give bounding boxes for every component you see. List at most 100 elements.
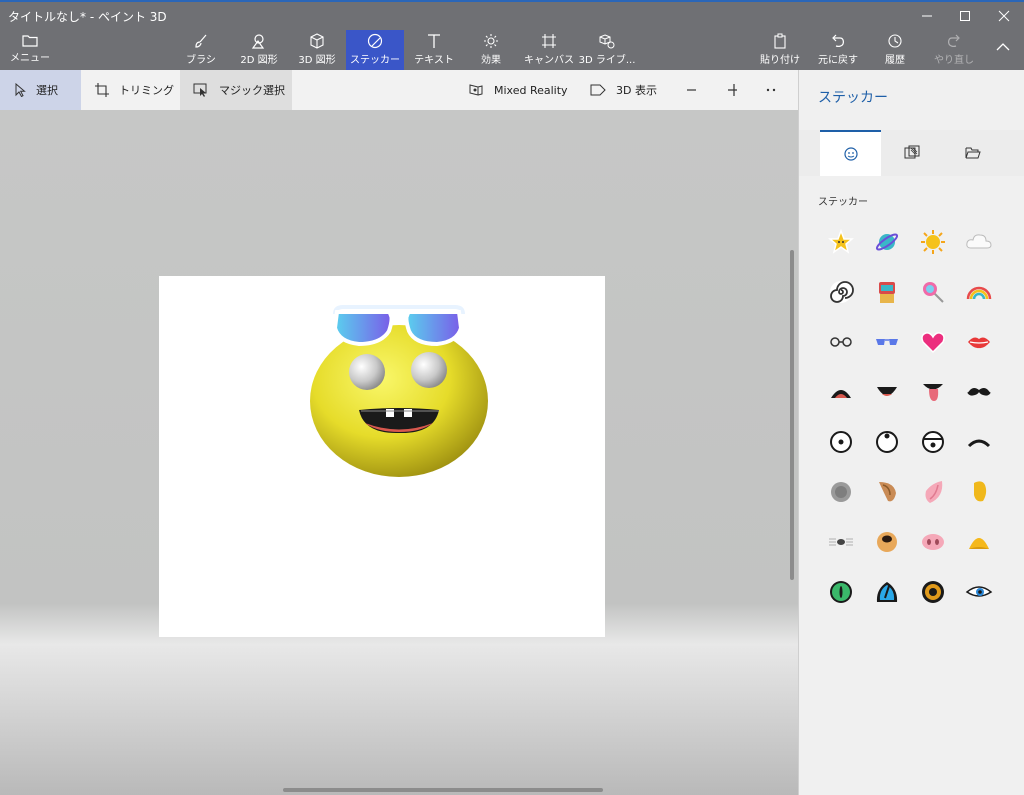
chevron-up-icon <box>996 43 1010 51</box>
emoji-face <box>310 325 488 477</box>
cat-eye-sticker[interactable] <box>865 570 909 614</box>
shapes-3d-tool[interactable]: 3D 図形 <box>293 30 341 70</box>
paste-label: 貼り付け <box>760 55 800 66</box>
plus-icon <box>728 84 737 96</box>
select-label: 選択 <box>36 84 58 97</box>
sun-sticker[interactable] <box>911 220 955 264</box>
text-tool[interactable]: テキスト <box>412 30 456 70</box>
sunglasses-sticker[interactable] <box>865 320 909 364</box>
undo-button[interactable]: 元に戻す <box>815 30 861 70</box>
redo-label: やり直し <box>934 55 974 66</box>
section-label: ステッカー <box>818 197 868 208</box>
robot-sticker[interactable] <box>865 270 909 314</box>
canvas-tool[interactable]: キャンバス <box>524 30 574 70</box>
sticker-tabs <box>799 130 1024 176</box>
vertical-scrollbar[interactable] <box>790 250 794 580</box>
minimize-button[interactable] <box>907 2 947 30</box>
view-3d-button[interactable]: 3D 表示 <box>590 70 668 110</box>
sticker-panel: ステッカー ステッカー <box>798 70 1024 795</box>
emoji-artwork[interactable] <box>159 276 605 637</box>
open-folder-icon <box>965 147 981 159</box>
mixed-reality-button[interactable]: Mixed Reality <box>468 70 578 110</box>
cube-icon <box>310 33 324 49</box>
window-title: タイトルなし* - ペイント 3D <box>8 10 167 24</box>
emoji-left-eye <box>349 354 385 390</box>
mixed-reality-label: Mixed Reality <box>494 83 568 97</box>
shapes-2d-label: 2D 図形 <box>240 55 278 66</box>
undo-icon <box>832 34 844 47</box>
whisker-nose-sticker[interactable] <box>819 520 863 564</box>
undo-label: 元に戻す <box>818 55 858 66</box>
eye-center-sticker[interactable] <box>819 420 863 464</box>
brush-label: ブラシ <box>186 55 216 66</box>
folder-icon <box>22 35 38 47</box>
dog-ear-sticker[interactable] <box>865 470 909 514</box>
stickers-tool[interactable]: ステッカー <box>346 30 404 70</box>
menu-button[interactable]: メニュー <box>8 30 52 70</box>
crop-label: トリミング <box>119 84 174 97</box>
sun-effects-icon <box>484 34 498 48</box>
library-3d-tool[interactable]: 3D ライブ... <box>579 30 635 70</box>
heart-sticker[interactable] <box>911 320 955 364</box>
shapes-3d-label: 3D 図形 <box>298 55 336 66</box>
beak-sticker[interactable] <box>957 520 1001 564</box>
paste-icon <box>774 33 786 49</box>
pig-nose-sticker[interactable] <box>911 520 955 564</box>
dog-nose-sticker[interactable] <box>865 520 909 564</box>
cloud-sticker[interactable] <box>957 220 1001 264</box>
zoom-out-button[interactable] <box>686 70 706 110</box>
lollipop-sticker[interactable] <box>911 270 955 314</box>
rainbow-sticker[interactable] <box>957 270 1001 314</box>
emoji-right-eye <box>411 352 447 388</box>
stickers-label: ステッカー <box>350 55 400 66</box>
paste-button[interactable]: 貼り付け <box>760 30 800 70</box>
eye-down-sticker[interactable] <box>911 420 955 464</box>
text-label: テキスト <box>414 55 454 66</box>
green-eye-sticker[interactable] <box>819 570 863 614</box>
zoom-in-button[interactable] <box>727 70 747 110</box>
brush-tool[interactable]: ブラシ <box>180 30 222 70</box>
texture-tab[interactable] <box>881 130 942 176</box>
planet-sticker[interactable] <box>865 220 909 264</box>
select-button[interactable]: 選択 <box>0 70 81 110</box>
yellow-ear-sticker[interactable] <box>957 470 1001 514</box>
spiral-sticker[interactable] <box>819 270 863 314</box>
history-button[interactable]: 履歴 <box>876 30 914 70</box>
lash-eye-sticker[interactable] <box>957 570 1001 614</box>
effects-tool[interactable]: 効果 <box>472 30 510 70</box>
menu-label: メニュー <box>10 53 50 64</box>
mustache-sticker[interactable] <box>957 370 1001 414</box>
magic-select-icon <box>193 83 207 97</box>
horizontal-scrollbar[interactable] <box>283 788 603 792</box>
library-3d-label: 3D ライブ... <box>578 55 636 66</box>
main-toolbar: メニュー ブラシ 2D 図形 3D 図形 ステッカー テキスト 効果 キャンバス… <box>0 30 1024 70</box>
redo-button[interactable]: やり直し <box>934 30 974 70</box>
glasses-sticker[interactable] <box>819 320 863 364</box>
smile-mouth-sticker[interactable] <box>865 370 909 414</box>
canvas-label: キャンバス <box>524 55 574 66</box>
eye-up-sticker[interactable] <box>865 420 909 464</box>
shapes-2d-icon <box>251 34 265 49</box>
collapse-toolbar-button[interactable] <box>990 30 1016 70</box>
minus-icon <box>687 89 696 91</box>
lips-sticker[interactable] <box>957 320 1001 364</box>
more-options-button[interactable] <box>766 70 788 110</box>
folder-tab[interactable] <box>942 130 1003 176</box>
crop-button[interactable]: トリミング <box>81 70 180 110</box>
open-mouth-sticker[interactable] <box>819 370 863 414</box>
magic-select-button[interactable]: マジック選択 <box>180 70 292 110</box>
tongue-mouth-sticker[interactable] <box>911 370 955 414</box>
mixed-reality-icon <box>469 84 483 96</box>
title-bar: タイトルなし* - ペイント 3D <box>0 0 1024 30</box>
gray-ear-sticker[interactable] <box>819 470 863 514</box>
sticker-tab[interactable] <box>820 130 881 176</box>
star-sticker[interactable] <box>819 220 863 264</box>
closed-eye-sticker[interactable] <box>957 420 1001 464</box>
workspace[interactable] <box>0 110 798 795</box>
maximize-button[interactable] <box>945 2 985 30</box>
shapes-2d-tool[interactable]: 2D 図形 <box>235 30 283 70</box>
pink-ear-sticker[interactable] <box>911 470 955 514</box>
brown-eye-sticker[interactable] <box>911 570 955 614</box>
close-button[interactable] <box>984 2 1024 30</box>
drawing-canvas[interactable] <box>159 276 605 637</box>
